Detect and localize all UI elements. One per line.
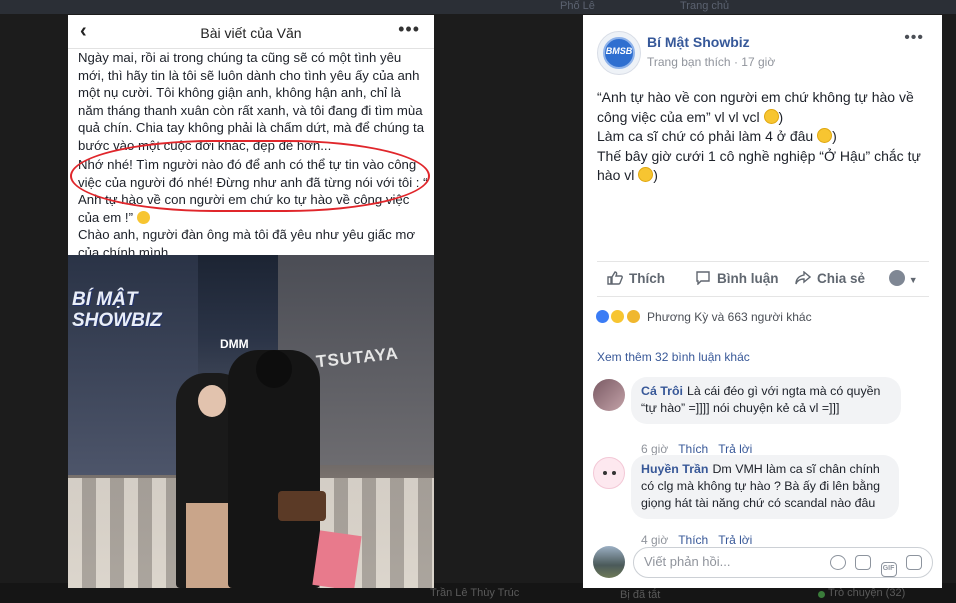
comment-author[interactable]: Cá Trôi <box>641 384 683 398</box>
sad-reaction-icon <box>625 309 641 324</box>
reactions-summary[interactable]: Phương Kỳ và 663 người khác <box>595 309 812 324</box>
woman-face <box>198 385 226 417</box>
comment-time[interactable]: 6 giờ <box>641 442 668 456</box>
haha-reaction-icon <box>610 309 626 324</box>
smile-emoji-icon <box>638 167 654 182</box>
shoulder-bag <box>278 491 326 521</box>
globe-icon <box>889 270 905 286</box>
bg-contact-name: Trần Lê Thùy Trúc <box>430 587 520 599</box>
comment-like-link[interactable]: Thích <box>678 442 708 456</box>
comment-author[interactable]: Huyền Trần <box>641 462 708 476</box>
dmm-sign: DMM <box>220 337 249 351</box>
post-audience: Trang bạn thích <box>647 55 731 69</box>
reactions-text: Phương Kỳ và 663 người khác <box>647 310 812 324</box>
share-icon <box>795 271 811 285</box>
view-more-comments-link[interactable]: Xem thêm 32 bình luận khác <box>597 350 750 364</box>
page-logo-text: BMSB <box>605 46 633 56</box>
phone-paragraph-1: Ngày mai, rồi ai trong chúng ta cũng sẽ … <box>78 50 425 153</box>
post-options-icon[interactable]: ••• <box>904 29 924 47</box>
shopping-bag <box>312 530 362 588</box>
share-label: Chia sẻ <box>817 271 866 286</box>
comment-label: Bình luận <box>717 271 779 286</box>
like-reaction-icon <box>595 309 610 324</box>
street-photo: BÍ MẬT SHOWBIZ DMM TSUTAYA <box>68 255 434 588</box>
meta-separator: · <box>733 55 738 69</box>
more-icon: ••• <box>398 19 420 39</box>
comment-bubble: Cá Trôi Là cái đéo gì với ngta mà có quyề… <box>631 377 901 424</box>
chevron-down-icon: ▼ <box>908 275 918 285</box>
post-meta: Trang bạn thích · 17 giờ <box>647 55 775 69</box>
post-line-3: Thế bây giờ cưới 1 cô nghề nghiệp “Ở Hậu… <box>597 147 921 184</box>
man-figure <box>228 350 320 588</box>
camera-icon[interactable] <box>855 555 872 570</box>
comment-icon <box>696 271 710 285</box>
page-avatar[interactable]: BMSB <box>597 31 641 75</box>
like-button[interactable]: Thích <box>607 271 665 286</box>
post-text: “Anh tự hào về con người em chứ không tự… <box>597 88 927 186</box>
watermark-logo: BÍ MẬT SHOWBIZ <box>72 289 162 331</box>
commenter-avatar[interactable] <box>593 457 625 489</box>
reply-input[interactable] <box>644 554 824 569</box>
post-panel: BMSB Bí Mật Showbiz Trang bạn thích · 17… <box>583 15 942 588</box>
emoji-icon[interactable] <box>829 555 846 570</box>
bg-status-text: Bị đã tắt <box>620 589 661 601</box>
comment-bubble: Huyền Trần Dm VMH làm ca sĩ chân chính có… <box>631 455 899 519</box>
comment-like-link[interactable]: Thích <box>678 533 708 547</box>
post-line-1: “Anh tự hào về con người em chứ không tự… <box>597 89 914 125</box>
phone-title: Bài viết của Văn <box>200 25 302 41</box>
reply-tools: GIF <box>825 555 922 577</box>
commenter-avatar[interactable] <box>593 379 625 411</box>
comment-button[interactable]: Bình luận <box>695 271 779 286</box>
post-image[interactable]: ‹ Bài viết của Văn ••• Ngày mai, rồi ai … <box>68 15 434 588</box>
online-dot-icon <box>818 591 825 598</box>
my-avatar <box>593 546 625 578</box>
post-line-1-text: “Anh tự hào về con người em chứ không tự… <box>597 89 914 125</box>
comment-reply-link[interactable]: Trả lời <box>718 533 752 547</box>
smile-emoji-icon <box>763 108 779 124</box>
smile-emoji-icon <box>817 128 833 143</box>
comment-reply-link[interactable]: Trả lời <box>718 442 752 456</box>
sticker-icon[interactable] <box>906 555 922 570</box>
man-head <box>256 350 292 388</box>
red-circle-annotation <box>70 140 430 212</box>
comment-meta: 4 giờ Thích Trả lời <box>641 533 762 547</box>
watermark-line-1: BÍ MẬT <box>72 289 138 310</box>
action-bar: Thích Bình luận Chia sẻ ▼ <box>597 261 929 297</box>
page-name-link[interactable]: Bí Mật Showbiz <box>647 34 750 50</box>
phone-header: ‹ Bài viết của Văn ••• <box>68 15 434 49</box>
gif-icon[interactable]: GIF <box>880 562 897 577</box>
background-top-bar: Phố Lê Trang chủ <box>0 0 956 14</box>
like-label: Thích <box>629 271 665 286</box>
audience-selector[interactable]: ▼ <box>889 270 918 286</box>
bg-home-link: Trang chủ <box>680 0 730 12</box>
smile-emoji-icon <box>136 210 150 224</box>
watermark-line-2: SHOWBIZ <box>72 310 162 331</box>
post-timestamp[interactable]: 17 giờ <box>741 55 775 69</box>
bg-profile-name: Phố Lê <box>560 0 595 12</box>
reply-box[interactable]: GIF <box>633 547 933 578</box>
comment-meta: 6 giờ Thích Trả lời <box>641 442 762 456</box>
reply-composer: GIF <box>593 546 933 580</box>
post-line-2: Làm ca sĩ chứ có phải làm 4 ở đâu ) <box>597 128 837 144</box>
share-button[interactable]: Chia sẻ <box>795 271 865 286</box>
comment-time[interactable]: 4 giờ <box>641 533 668 547</box>
post-line-2-text: Làm ca sĩ chứ có phải làm 4 ở đâu <box>597 128 814 144</box>
thumbs-up-icon <box>607 271 623 285</box>
bg-chat-label: Trò chuyện (32) <box>828 587 906 599</box>
